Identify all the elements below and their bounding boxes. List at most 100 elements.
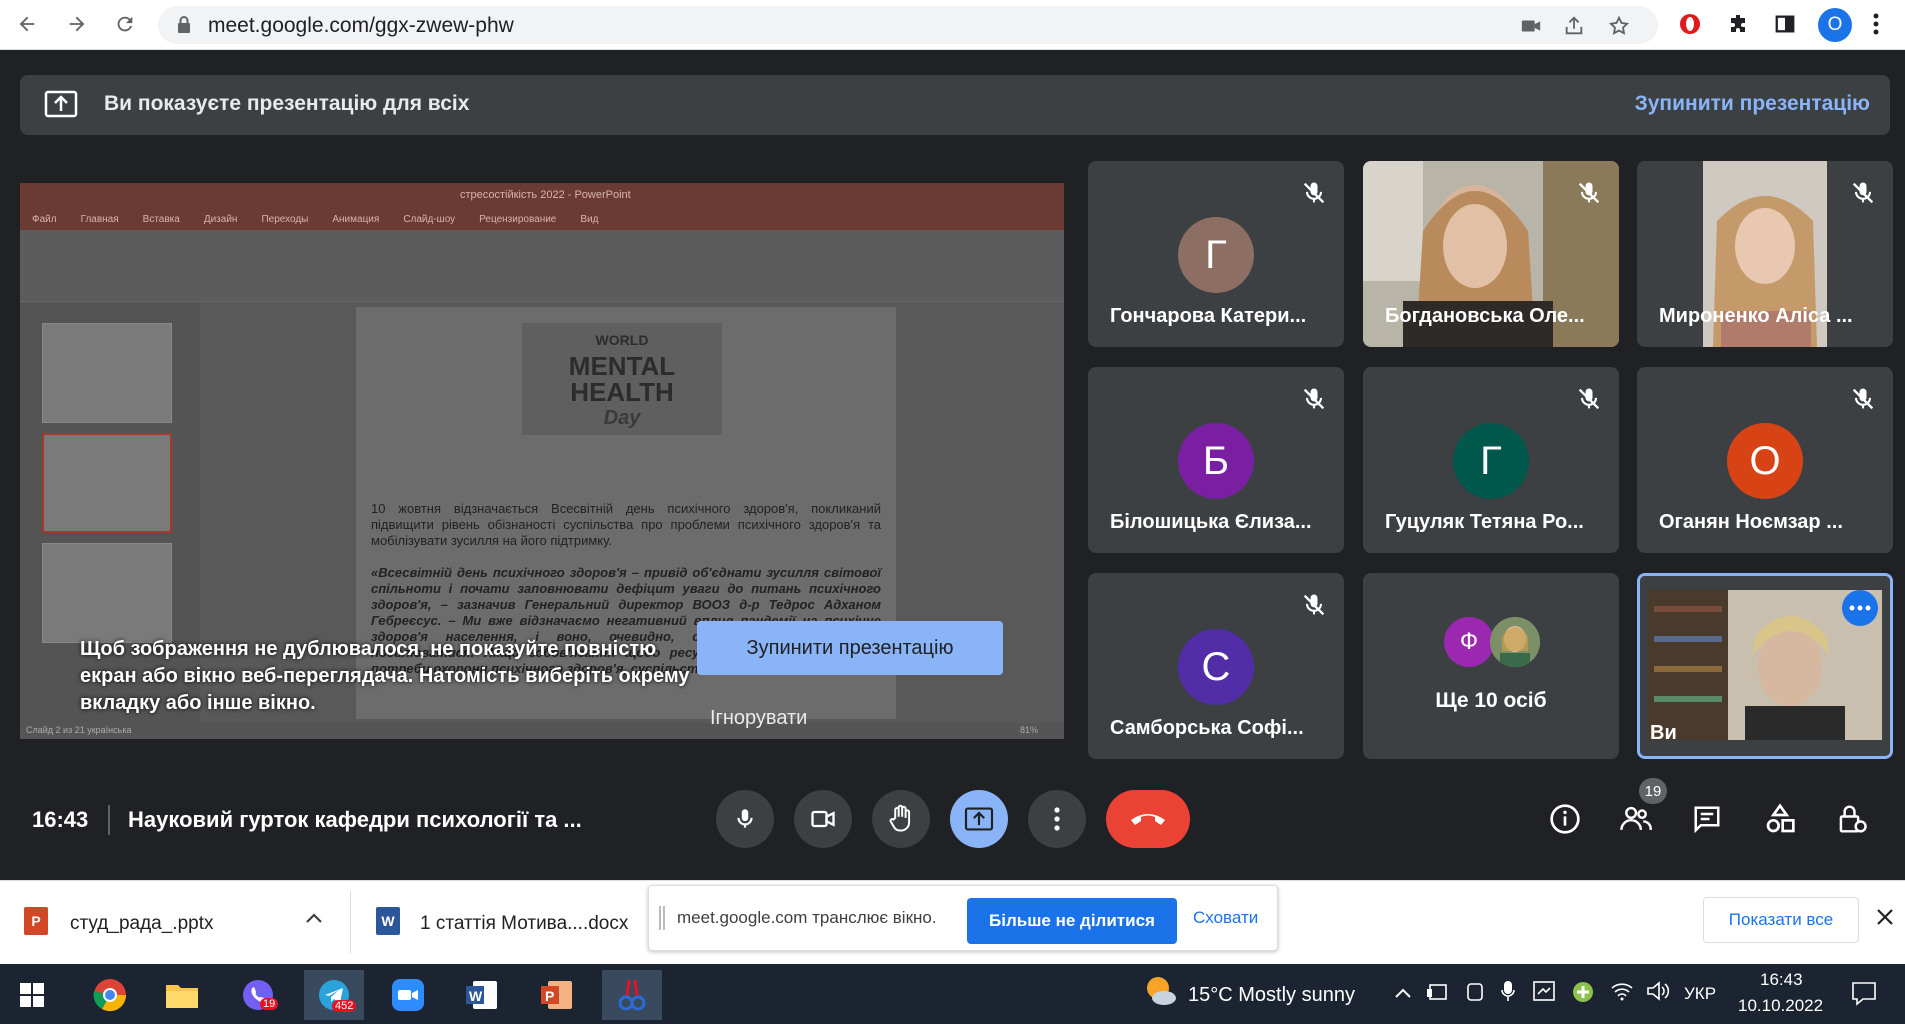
side-panel-icon[interactable] <box>1771 10 1799 38</box>
weather-icon[interactable] <box>1142 974 1178 1013</box>
opera-extension-icon[interactable] <box>1676 10 1704 38</box>
participant-name: Білошицька Єлиза... <box>1110 511 1312 533</box>
chat-icon[interactable] <box>1689 801 1725 837</box>
browser-menu-icon[interactable] <box>1862 10 1890 38</box>
tray-app-icon[interactable] <box>1571 980 1595 1009</box>
camera-icon[interactable] <box>1520 15 1542 37</box>
input-language[interactable]: УКР <box>1684 984 1716 1004</box>
more-options-icon[interactable] <box>1842 590 1878 626</box>
slide-thumbnail <box>42 543 172 643</box>
profile-avatar[interactable]: O <box>1818 8 1852 42</box>
more-participants-tile[interactable]: Ф Ще 10 осіб <box>1363 573 1619 759</box>
slide-thumbnail <box>42 323 172 423</box>
powerpoint-app-icon[interactable]: P <box>527 970 587 1020</box>
share-notice-text: meet.google.com транслює вікно. <box>677 908 937 927</box>
avatar: Г <box>1178 217 1254 293</box>
participant-tile[interactable]: Б Білошицька Єлиза... <box>1088 367 1344 553</box>
leave-call-button[interactable] <box>1106 790 1190 848</box>
chrome-app-icon[interactable] <box>80 970 140 1020</box>
zoom-app-icon[interactable] <box>378 970 438 1020</box>
raise-hand-button[interactable] <box>872 790 930 848</box>
browser-toolbar: meet.google.com/ggx-zwew-phw O <box>0 0 1905 50</box>
logo-word: Day <box>603 407 641 429</box>
end-call-icon <box>1131 814 1165 825</box>
mic-muted-icon <box>1575 179 1603 207</box>
self-view-tile[interactable]: Ви <box>1637 573 1893 759</box>
participant-name: Гончарова Катери... <box>1110 305 1307 327</box>
more-options-button[interactable] <box>1028 790 1086 848</box>
drag-handle-icon[interactable] <box>659 906 665 930</box>
back-icon[interactable] <box>10 7 44 41</box>
address-bar[interactable]: meet.google.com/ggx-zwew-phw <box>158 6 1658 44</box>
bookmark-star-icon[interactable] <box>1608 15 1630 37</box>
powerpoint-ribbon <box>20 230 1064 302</box>
screen: meet.google.com/ggx-zwew-phw O Ви показу… <box>0 0 1905 1024</box>
chevron-up-icon[interactable] <box>305 911 323 929</box>
mic-muted-icon <box>1849 179 1877 207</box>
people-icon[interactable] <box>1618 801 1654 837</box>
camera-button[interactable] <box>794 790 852 848</box>
present-now-button[interactable] <box>950 790 1008 848</box>
avatar: Б <box>1178 423 1254 499</box>
present-screen-icon <box>44 89 78 124</box>
tray-app-icon[interactable] <box>1465 981 1485 1008</box>
hide-notice-button[interactable]: Сховати <box>1193 908 1258 928</box>
avatar: С <box>1178 629 1254 705</box>
ribbon-tab: Файл <box>32 213 57 225</box>
close-icon[interactable] <box>1876 908 1894 931</box>
volume-icon[interactable] <box>1646 980 1670 1007</box>
participant-tile[interactable]: О Оганян Ноємзар ... <box>1637 367 1893 553</box>
participant-tile[interactable]: Богдановська Оле... <box>1363 161 1619 347</box>
powerpoint-file-icon: P <box>24 907 48 935</box>
download-filename[interactable]: 1 статтія Мотива....docx <box>420 913 628 935</box>
more-vert-icon <box>1054 807 1060 831</box>
snipping-tool-icon[interactable] <box>602 970 662 1020</box>
mic-muted-icon <box>1300 385 1328 413</box>
forward-icon[interactable] <box>60 7 94 41</box>
taskbar-date[interactable]: 10.10.2022 <box>1738 996 1823 1016</box>
wifi-icon[interactable] <box>1610 980 1634 1007</box>
ribbon-tab: Слайд-шоу <box>403 213 456 225</box>
microphone-button[interactable] <box>716 790 774 848</box>
reload-icon[interactable] <box>108 7 142 41</box>
mental-health-logo: WORLD MENTAL HEALTH Day <box>522 323 722 435</box>
show-all-downloads-button[interactable]: Показати все <box>1703 897 1859 943</box>
host-controls-icon[interactable] <box>1834 801 1870 837</box>
share-icon[interactable] <box>1563 15 1585 37</box>
participant-tile[interactable]: С Самборська Софі... <box>1088 573 1344 759</box>
divider <box>108 805 110 835</box>
windows-start-icon[interactable] <box>2 970 62 1020</box>
lock-icon[interactable] <box>176 15 198 37</box>
tray-app-icon[interactable] <box>1426 981 1450 1008</box>
tray-chevron-up-icon[interactable] <box>1394 986 1412 1004</box>
logo-word: WORLD <box>595 332 649 348</box>
microphone-tray-icon[interactable] <box>1500 979 1516 1008</box>
tray-app-icon[interactable] <box>1532 980 1556 1007</box>
url-text[interactable]: meet.google.com/ggx-zwew-phw <box>208 14 514 38</box>
extensions-puzzle-icon[interactable] <box>1724 10 1752 38</box>
telegram-app-icon[interactable]: 452 <box>304 970 364 1020</box>
screen-share-notice: meet.google.com транслює вікно. Більше н… <box>648 885 1278 951</box>
telegram-badge: 452 <box>332 1000 357 1012</box>
weather-text[interactable]: 15°C Mostly sunny <box>1188 984 1355 1007</box>
notifications-icon[interactable] <box>1850 980 1878 1011</box>
download-filename[interactable]: студ_рада_.pptx <box>70 913 213 935</box>
avatar: О <box>1727 423 1803 499</box>
powerpoint-ribbon-tabs: Файл Главная Вставка Дизайн Переходы Ани… <box>20 208 1064 230</box>
warning-stop-presenting-button[interactable]: Зупинити презентацію <box>697 621 1003 675</box>
participant-tile[interactable]: Г Гуцуляк Тетяна Ро... <box>1363 367 1619 553</box>
word-app-icon[interactable]: W <box>452 970 512 1020</box>
viber-app-icon[interactable]: 19 <box>228 970 288 1020</box>
warning-ignore-button[interactable]: Ігнорувати <box>710 707 807 730</box>
logo-word: HEALTH <box>570 377 674 407</box>
taskbar-time[interactable]: 16:43 <box>1760 970 1803 990</box>
participant-tile[interactable]: Мироненко Аліса ... <box>1637 161 1893 347</box>
ribbon-tab: Главная <box>80 213 119 225</box>
duplicate-warning-text: Щоб зображення не дублювалося, не показу… <box>80 638 690 714</box>
stop-sharing-button[interactable]: Більше не ділитися <box>967 898 1177 944</box>
activities-icon[interactable] <box>1762 801 1798 837</box>
meeting-details-icon[interactable] <box>1547 801 1583 837</box>
file-explorer-icon[interactable] <box>152 970 212 1020</box>
participant-tile[interactable]: Г Гончарова Катери... <box>1088 161 1344 347</box>
stop-presenting-link[interactable]: Зупинити презентацію <box>1635 92 1870 116</box>
